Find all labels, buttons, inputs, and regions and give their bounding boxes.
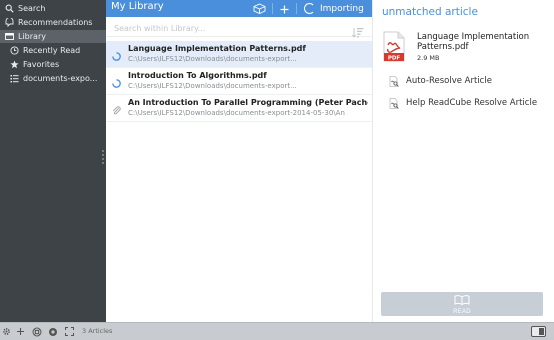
star-icon — [10, 60, 19, 69]
article-title: Introduction To Algorithms.pdf — [128, 71, 267, 80]
import-status[interactable]: Importing — [304, 0, 364, 17]
add-icon[interactable] — [15, 326, 26, 337]
article-row[interactable]: An Introduction To Parallel Programming … — [106, 95, 372, 122]
pdf-file-icon: PDF — [383, 31, 405, 62]
action-label: Help ReadCube Resolve Article — [406, 98, 538, 108]
sidebar-item-label: Library — [18, 32, 46, 41]
page-title: My Library — [111, 1, 164, 12]
sidebar: Search Recommendations Library Recently … — [0, 0, 106, 322]
loading-spinner-icon — [112, 73, 121, 88]
import-label: Importing — [320, 3, 364, 14]
read-label: READ — [453, 309, 471, 315]
sidebar-item-label: documents-expo... — [23, 74, 98, 83]
sidebar-item-recommendations[interactable]: Recommendations — [0, 16, 106, 29]
bottom-toolbar: 3 Articles — [0, 322, 554, 340]
article-title: Language Implementation Patterns.pdf — [128, 44, 306, 53]
action-label: Auto-Resolve Article — [406, 76, 492, 86]
fullscreen-icon[interactable] — [64, 326, 75, 337]
list-icon — [10, 74, 19, 83]
article-title: An Introduction To Parallel Programming … — [128, 98, 368, 107]
sidebar-item-favorites[interactable]: Favorites — [0, 58, 106, 71]
header-divider — [296, 3, 297, 14]
pdf-help-icon — [389, 97, 399, 109]
article-count: 3 Articles — [82, 327, 113, 335]
sidebar-item-label: Recently Read — [23, 46, 81, 55]
library-icon — [5, 32, 14, 41]
sidebar-item-documents-export[interactable]: documents-expo... — [0, 72, 106, 85]
sidebar-item-search[interactable]: Search — [0, 2, 106, 15]
sidebar-item-library[interactable]: Library — [0, 30, 106, 43]
sort-icon[interactable] — [351, 23, 364, 38]
sidebar-resize-handle[interactable] — [102, 150, 104, 164]
help-icon[interactable] — [31, 326, 42, 337]
article-row[interactable]: Introduction To Algorithms.pdf C:\Users\… — [106, 68, 372, 95]
file-title: Language Implementation Patterns.pdf — [417, 32, 530, 52]
sidebar-item-label: Favorites — [23, 60, 60, 69]
sidebar-item-label: Recommendations — [18, 18, 93, 27]
scan-button[interactable] — [250, 0, 268, 17]
box-icon — [253, 0, 266, 18]
help-resolve-button[interactable]: Help ReadCube Resolve Article — [389, 97, 537, 109]
sidebar-item-recently-read[interactable]: Recently Read — [0, 44, 106, 57]
panel-toggle-icon[interactable] — [531, 326, 546, 337]
plus-icon — [280, 0, 289, 18]
detail-heading: unmatched article — [382, 6, 478, 18]
search-icon — [5, 4, 14, 13]
article-row[interactable]: Language Implementation Patterns.pdf C:\… — [106, 41, 372, 68]
read-button[interactable]: READ — [381, 292, 543, 316]
add-article-button[interactable] — [276, 0, 292, 17]
article-path: C:\Users\ILFS12\Downloads\documents-expo… — [128, 55, 297, 63]
loading-spinner-icon — [304, 3, 315, 14]
sync-icon[interactable] — [47, 326, 58, 337]
book-icon — [454, 293, 470, 308]
paperclip-icon — [112, 100, 121, 115]
auto-resolve-button[interactable]: Auto-Resolve Article — [389, 75, 492, 87]
settings-icon[interactable] — [1, 326, 12, 337]
article-detail-panel: unmatched article PDF Language Implement… — [372, 0, 554, 322]
loading-spinner-icon — [112, 46, 121, 61]
article-path: C:\Users\ILFS12\Downloads\documents-expo… — [128, 109, 348, 117]
library-list-panel: My Library Importing Search within Libra… — [106, 0, 375, 322]
search-input[interactable] — [114, 22, 334, 35]
article-path: C:\Users\ILFS12\Downloads\documents-expo… — [128, 82, 297, 90]
clock-icon — [10, 46, 19, 55]
recommendations-icon — [5, 18, 14, 27]
pdf-search-icon — [389, 75, 399, 87]
readcube-window: Search Recommendations Library Recently … — [0, 0, 554, 340]
library-header: My Library Importing — [106, 0, 372, 17]
sidebar-item-label: Search — [18, 4, 46, 13]
file-size: 2.9 MB — [417, 54, 440, 62]
header-divider — [272, 3, 273, 14]
svg-text:PDF: PDF — [388, 55, 401, 61]
library-search-bar — [106, 20, 372, 38]
